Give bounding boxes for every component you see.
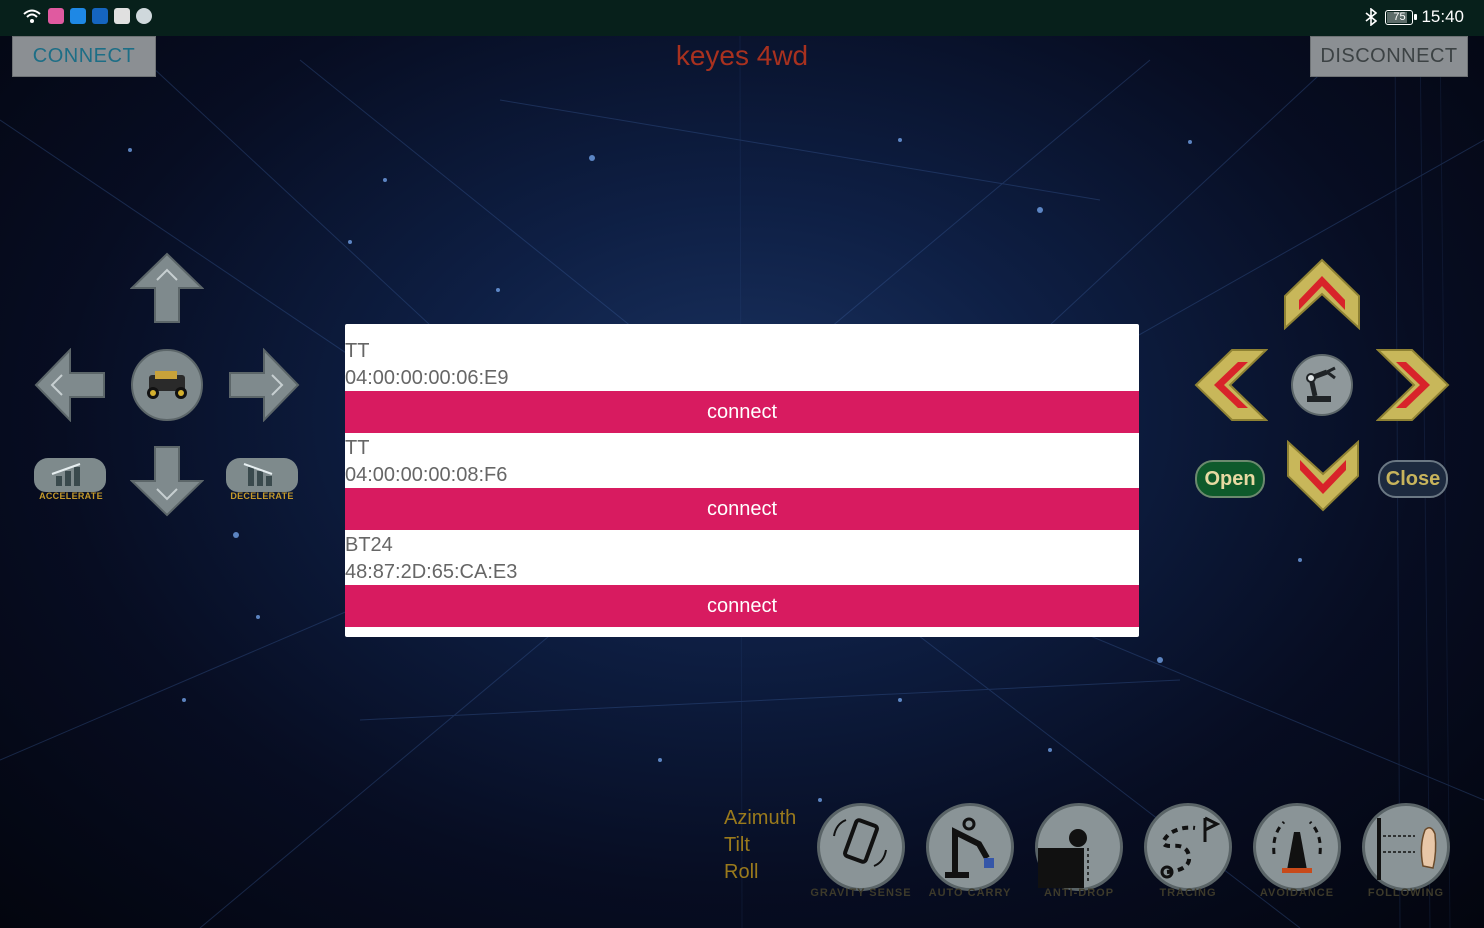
wifi-icon: [23, 9, 41, 23]
device-name: TT: [345, 340, 370, 362]
stop-car-button[interactable]: [131, 349, 203, 421]
app-title: keyes 4wd: [675, 40, 809, 71]
device-connect-button[interactable]: connect: [345, 391, 1139, 433]
roll-label: Roll: [724, 861, 759, 883]
cliff-edge-icon: [1038, 829, 1089, 888]
speed-up-icon: [51, 463, 81, 486]
car-icon: [147, 371, 187, 399]
phone-rotate-icon: [833, 818, 887, 867]
device-connect-button[interactable]: connect: [345, 488, 1139, 530]
decelerate-label: DECELERATE: [230, 491, 294, 501]
arm-up-button[interactable]: [1283, 258, 1361, 330]
bluetooth-icon: [1365, 8, 1378, 26]
disconnect-button[interactable]: DISCONNECT: [1310, 36, 1468, 77]
tracing-button[interactable]: [1144, 803, 1232, 891]
search-app-icon: [70, 8, 86, 24]
device-address: 48:87:2D:65:CA:E3: [345, 561, 518, 583]
robot-arm-icon: [1306, 366, 1336, 402]
left-arrow-button[interactable]: [34, 348, 106, 422]
speed-down-icon: [243, 463, 273, 486]
clock: 15:40: [1421, 7, 1464, 26]
auto-carry-button[interactable]: [926, 803, 1014, 891]
mode-label-auto-carry: AUTO CARRY: [928, 887, 1012, 899]
accelerate-label: ACCELERATE: [39, 491, 103, 501]
mode-label-tracing: TRACING: [1159, 887, 1217, 899]
battery-level: 75: [1393, 10, 1406, 23]
accelerate-button[interactable]: [34, 458, 106, 492]
device-connect-button[interactable]: connect: [345, 585, 1139, 627]
hand-wall-icon: [1377, 818, 1437, 880]
following-button[interactable]: [1362, 803, 1450, 891]
battery-indicator: 75: [1385, 9, 1418, 25]
notification-icons: [22, 8, 152, 24]
device-name: BT24: [345, 534, 393, 556]
avoidance-button[interactable]: [1253, 803, 1341, 891]
anti-drop-button[interactable]: [1035, 803, 1123, 891]
right-arrow-button[interactable]: [228, 348, 300, 422]
mode-label-avoidance: AVOIDANCE: [1259, 887, 1335, 899]
claw-close-button[interactable]: Close: [1378, 460, 1448, 498]
azimuth-label: Azimuth: [724, 807, 797, 829]
app-icon-pink: [48, 8, 64, 24]
mode-label-gravity: GRAVITY SENSE: [810, 887, 912, 899]
status-right-group: 75 15:40: [1365, 7, 1464, 27]
gravity-sense-button[interactable]: [817, 803, 905, 891]
lightbulb-app-icon: [92, 8, 108, 24]
arm-center-button[interactable]: [1291, 354, 1353, 416]
mode-label-anti-drop: ANTI-DROP: [1043, 887, 1115, 899]
upload-app-icon: [114, 8, 130, 24]
tilt-label: Tilt: [724, 834, 750, 856]
device-address: 04:00:00:00:06:E9: [345, 367, 509, 389]
traffic-cone-icon: [1272, 820, 1322, 873]
forward-arrow-button[interactable]: [130, 252, 204, 324]
mode-label-following: FOLLOWING: [1367, 887, 1445, 899]
globe-app-icon: [136, 8, 152, 24]
device-address: 04:00:00:00:08:F6: [345, 464, 508, 486]
decelerate-button[interactable]: [226, 458, 298, 492]
system-status-bar: 75 15:40: [0, 0, 1484, 36]
arm-down-button[interactable]: [1286, 440, 1360, 512]
claw-open-button[interactable]: Open: [1195, 460, 1265, 498]
arm-right-button[interactable]: [1376, 348, 1450, 422]
path-flag-icon: [1160, 816, 1221, 879]
robot-arm-icon: [945, 817, 994, 878]
arm-left-button[interactable]: [1194, 348, 1268, 422]
device-name: TT: [345, 437, 370, 459]
backward-arrow-button[interactable]: [130, 445, 204, 517]
